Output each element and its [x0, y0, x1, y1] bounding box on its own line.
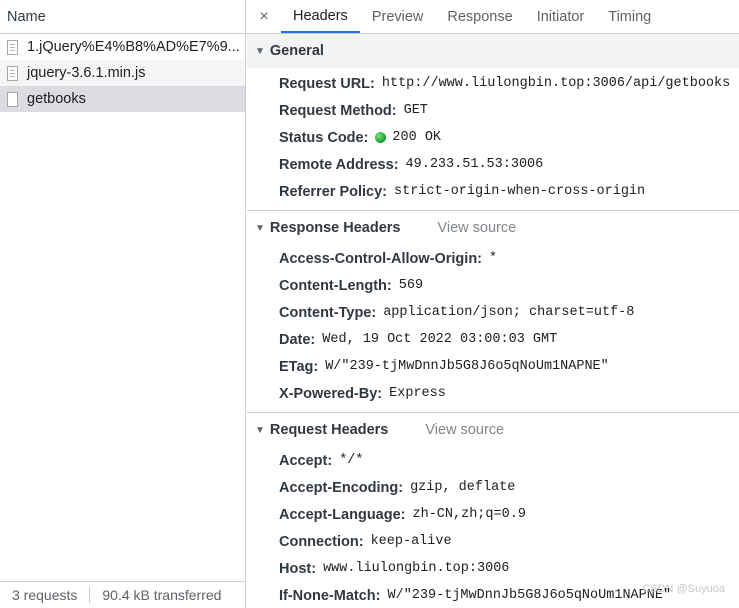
header-key: Referrer Policy: — [279, 183, 387, 200]
header-key: Request Method: — [279, 102, 397, 119]
header-key: Remote Address: — [279, 156, 399, 173]
section-title: Request Headers — [269, 422, 389, 438]
header-value: 569 — [398, 278, 424, 293]
header-key: ETag: — [279, 358, 319, 375]
header-row: Request Method: GET — [247, 97, 739, 124]
triangle-down-icon: ▼ — [255, 222, 265, 234]
view-source-link[interactable]: View source — [437, 220, 516, 236]
request-details-pane: × Headers Preview Response Initiator Tim… — [247, 0, 739, 608]
status-ok-dot-icon — [375, 132, 387, 143]
triangle-down-icon: ▼ — [255, 45, 265, 57]
header-key: Content-Length: — [279, 277, 392, 294]
header-row: ETag: W/"239-tjMwDnnJb5G8J6o5qNoUm1NAPNE… — [247, 353, 739, 380]
header-row: Referrer Policy: strict-origin-when-cros… — [247, 178, 739, 205]
header-value: Wed, 19 Oct 2022 03:00:03 GMT — [322, 332, 558, 347]
view-source-link[interactable]: View source — [425, 422, 504, 438]
tab-timing[interactable]: Timing — [596, 0, 663, 33]
header-key: Accept-Encoding: — [279, 479, 404, 496]
status-bar: 3 requests 90.4 kB transferred — [0, 581, 245, 608]
request-row-selected[interactable]: getbooks — [0, 86, 245, 112]
general-section-header[interactable]: ▼ General — [247, 34, 739, 68]
header-value: 200 OK — [392, 130, 442, 145]
watermark: CSDN @Suyuoa — [642, 583, 725, 595]
header-row: Request URL: http://www.liulongbin.top:3… — [247, 70, 739, 97]
request-headers-section-header[interactable]: ▼ Request Headers View source — [247, 413, 739, 447]
header-key: Content-Type: — [279, 304, 377, 321]
tab-headers[interactable]: Headers — [281, 0, 360, 33]
script-file-icon — [7, 65, 18, 81]
header-value: zh-CN,zh;q=0.9 — [412, 507, 526, 522]
name-column-label: Name — [7, 8, 46, 25]
header-row: Connection: keep-alive — [247, 528, 739, 555]
header-row: Content-Length: 569 — [247, 272, 739, 299]
header-key: Connection: — [279, 533, 364, 550]
header-row: Access-Control-Allow-Origin: * — [247, 245, 739, 272]
xhr-file-icon — [7, 91, 18, 107]
header-key: If-None-Match: — [279, 587, 381, 604]
header-value: 49.233.51.53:3006 — [405, 157, 544, 172]
header-row: Content-Type: application/json; charset=… — [247, 299, 739, 326]
tab-initiator[interactable]: Initiator — [525, 0, 597, 33]
header-key: Request URL: — [279, 75, 375, 92]
header-value: GET — [403, 103, 428, 118]
section-title: Response Headers — [269, 220, 401, 236]
header-value: gzip, deflate — [410, 480, 516, 495]
header-key: Accept: — [279, 452, 333, 469]
header-key: Access-Control-Allow-Origin: — [279, 250, 483, 267]
header-row: Remote Address: 49.233.51.53:3006 — [247, 151, 739, 178]
tab-response[interactable]: Response — [435, 0, 524, 33]
transferred-size: 90.4 kB transferred — [102, 587, 222, 603]
header-row: Accept-Language: zh-CN,zh;q=0.9 — [247, 501, 739, 528]
header-row: Host: www.liulongbin.top:3006 — [247, 555, 739, 582]
header-value: */* — [339, 453, 364, 468]
header-key: Accept-Language: — [279, 506, 406, 523]
response-headers-section-header[interactable]: ▼ Response Headers View source — [247, 211, 739, 245]
details-tabbar: × Headers Preview Response Initiator Tim… — [247, 0, 739, 34]
header-value: keep-alive — [370, 534, 452, 549]
header-value: strict-origin-when-cross-origin — [394, 184, 646, 199]
request-name: jquery-3.6.1.min.js — [27, 65, 146, 81]
name-column-header[interactable]: Name — [0, 0, 245, 34]
header-value: application/json; charset=utf-8 — [383, 305, 635, 320]
triangle-down-icon: ▼ — [255, 424, 265, 436]
request-name: 1.jQuery%E4%B8%AD%E7%9... — [27, 39, 240, 55]
request-list-pane: Name 1.jQuery%E4%B8%AD%E7%9... jquery-3.… — [0, 0, 246, 608]
header-row: Date: Wed, 19 Oct 2022 03:00:03 GMT — [247, 326, 739, 353]
request-name: getbooks — [27, 91, 86, 107]
header-value: W/"239-tjMwDnnJb5G8J6o5qNoUm1NAPNE" — [325, 359, 609, 374]
header-row: Accept: */* — [247, 447, 739, 474]
request-row[interactable]: jquery-3.6.1.min.js — [0, 60, 245, 86]
header-value: http://www.liulongbin.top:3006/api/getbo… — [381, 76, 731, 91]
close-icon[interactable]: × — [247, 0, 281, 33]
header-key: Host: — [279, 560, 317, 577]
section-title: General — [269, 43, 324, 59]
header-value: www.liulongbin.top:3006 — [323, 561, 510, 576]
header-row: X-Powered-By: Express — [247, 380, 739, 407]
tab-preview[interactable]: Preview — [360, 0, 436, 33]
header-key: Status Code: — [279, 129, 369, 146]
request-row[interactable]: 1.jQuery%E4%B8%AD%E7%9... — [0, 34, 245, 60]
header-row: Accept-Encoding: gzip, deflate — [247, 474, 739, 501]
header-value: * — [489, 251, 498, 266]
header-key: X-Powered-By: — [279, 385, 383, 402]
header-key: Date: — [279, 331, 316, 348]
header-value: Express — [389, 386, 446, 401]
header-value: W/"239-tjMwDnnJb5G8J6o5qNoUm1NAPNE" — [387, 588, 672, 603]
header-row: Status Code: 200 OK — [247, 124, 739, 151]
request-count: 3 requests — [12, 587, 78, 603]
document-file-icon — [7, 39, 18, 55]
